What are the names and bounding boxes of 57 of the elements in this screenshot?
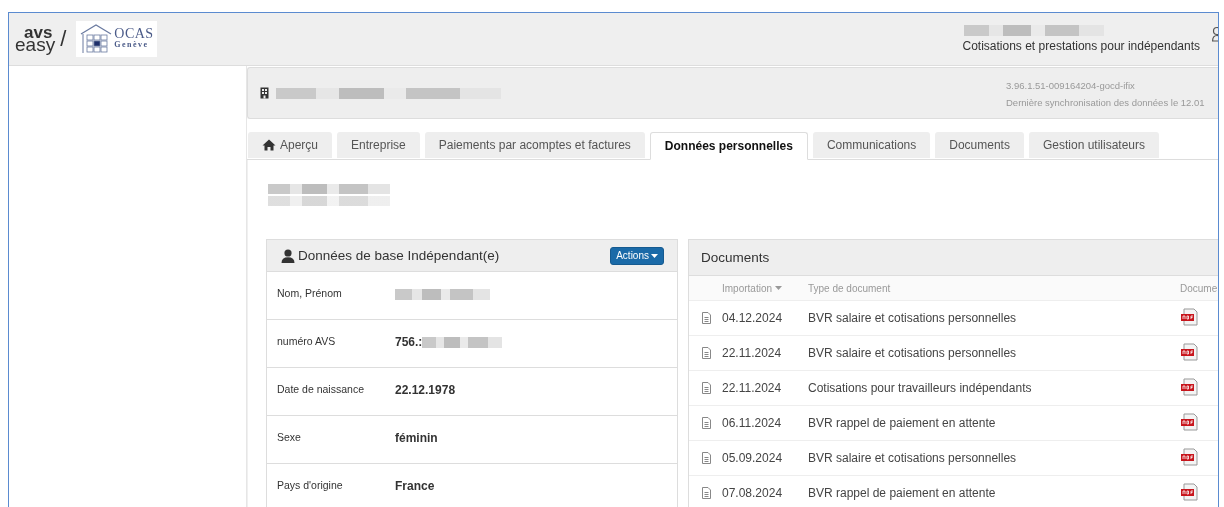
table-cell: 04.12.2024 bbox=[722, 311, 783, 325]
field-label: Nom, Prénom bbox=[277, 286, 343, 299]
table-cell: 07.08.2024 bbox=[722, 486, 783, 500]
caret-icon bbox=[651, 253, 658, 258]
tab[interactable]: Entreprise bbox=[337, 132, 420, 158]
pdf-icon[interactable] bbox=[1180, 447, 1198, 466]
table-cell: BVR salaire et cotisations personnelles bbox=[808, 311, 1017, 325]
table-cell: BVR rappel de paiement en attente bbox=[808, 416, 996, 430]
tab[interactable]: Données personnelles bbox=[649, 132, 808, 160]
pdf-icon[interactable] bbox=[1180, 307, 1198, 326]
version-text: 3.96.1.51-009164204-gocd-ifix bbox=[1006, 80, 1136, 91]
table-cell: Cotisations pour travailleurs indépendants bbox=[808, 381, 1032, 395]
pdf-icon[interactable] bbox=[1180, 377, 1198, 396]
tab[interactable]: Paiements par acomptes et factures bbox=[424, 132, 645, 158]
table-cell: 06.11.2024 bbox=[722, 416, 782, 430]
app-subtitle: Cotisations et prestations pour indépendants bbox=[962, 39, 1200, 53]
panel-title: Documents bbox=[701, 250, 770, 265]
document-icon bbox=[702, 487, 711, 499]
home-icon bbox=[262, 139, 276, 151]
sort-caret-icon bbox=[775, 286, 783, 290]
field-label: Sexe bbox=[277, 430, 302, 443]
tab[interactable]: Communications bbox=[812, 132, 931, 158]
table-cell: BVR salaire et cotisations personnelles bbox=[808, 346, 1017, 360]
table-cell: 05.09.2024 bbox=[722, 451, 783, 465]
table-cell: BVR rappel de paiement en attente bbox=[808, 486, 996, 500]
tab[interactable]: Gestion utilisateurs bbox=[1028, 132, 1159, 158]
logo-text: OCAS bbox=[114, 27, 154, 39]
field-value: 22.12.1978 bbox=[395, 383, 456, 397]
actions-button[interactable]: Actions bbox=[610, 246, 664, 265]
document-icon bbox=[702, 452, 711, 464]
document-icon bbox=[702, 417, 711, 429]
document-icon bbox=[702, 312, 711, 324]
field-label: numéro AVS bbox=[277, 334, 337, 347]
field-value: 756.: bbox=[395, 335, 423, 349]
pdf-icon[interactable] bbox=[1180, 482, 1198, 501]
field-value: féminin bbox=[395, 431, 438, 445]
field-value: France bbox=[395, 479, 435, 493]
sync-text: Dernière synchronisation des données le 12.01 bbox=[1006, 97, 1206, 108]
pdf-icon[interactable] bbox=[1180, 412, 1198, 431]
field-label: Pays d'origine bbox=[277, 478, 344, 491]
table-cell: BVR salaire et cotisations personnelles bbox=[808, 451, 1017, 465]
logo-text: / bbox=[60, 26, 67, 52]
field-label: Date de naissance bbox=[277, 382, 365, 395]
document-icon bbox=[702, 347, 711, 359]
tab[interactable]: Aperçu bbox=[248, 132, 333, 158]
building-icon bbox=[260, 87, 269, 99]
column-header: Type de document bbox=[808, 283, 891, 294]
pdf-icon[interactable] bbox=[1180, 342, 1198, 361]
document-icon bbox=[702, 382, 711, 394]
table-cell: 22.11.2024 bbox=[722, 346, 782, 360]
column-header: Docume bbox=[1180, 283, 1218, 294]
tab[interactable]: Documents bbox=[935, 132, 1024, 158]
panel-title: Données de base Indépendant(e) bbox=[298, 248, 500, 263]
person-icon bbox=[281, 248, 295, 263]
logo-text: Genève bbox=[114, 38, 150, 50]
table-cell: 22.11.2024 bbox=[722, 381, 782, 395]
logo-text: avs bbox=[24, 27, 53, 39]
